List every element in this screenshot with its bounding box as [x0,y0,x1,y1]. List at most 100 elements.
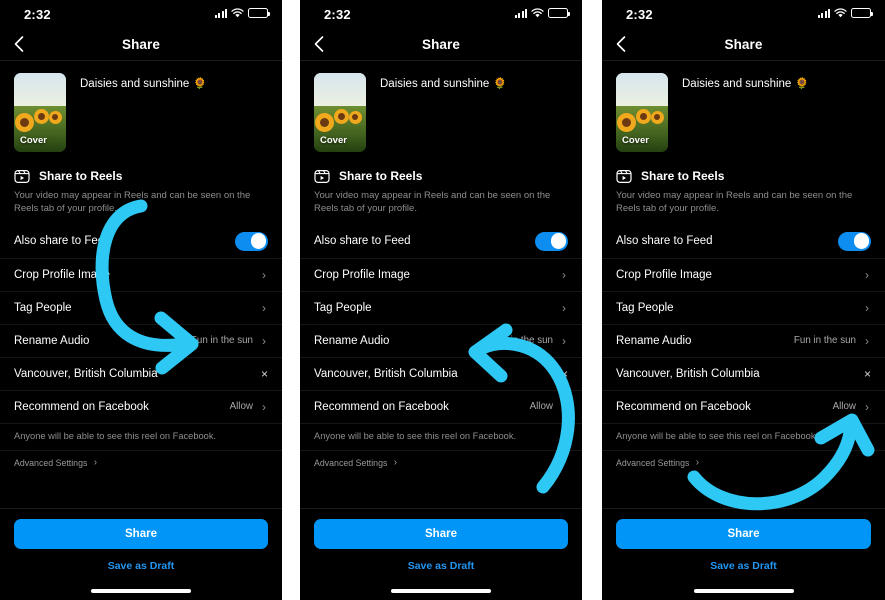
row-crop-profile-image[interactable]: Crop Profile Image › [0,257,282,291]
chevron-right-icon: › [695,456,700,468]
row-recommend-on-facebook[interactable]: Recommend on Facebook Allow › [602,389,885,423]
row-label: Tag People [616,301,674,314]
panel-gap-1 [282,0,300,600]
row-crop-profile-image[interactable]: Crop Profile Image › [300,257,582,291]
phone-panel-3: 2:32 Share Cover Daisies and sunshine 🌻 … [602,0,885,600]
footer-actions: Share Save as Draft [602,508,885,600]
row-tag-people[interactable]: Tag People › [602,290,885,324]
row-label: Tag People [14,301,72,314]
row-recommend-on-facebook[interactable]: Recommend on Facebook Allow › [0,389,282,423]
chevron-right-icon: › [262,300,266,315]
also-share-to-feed-toggle[interactable] [535,231,568,251]
row-location[interactable]: Vancouver, British Columbia × [602,356,885,390]
close-icon[interactable]: × [864,368,871,380]
status-clock: 2:32 [24,6,51,22]
row-also-share-to-feed[interactable]: Also share to Feed [0,225,282,258]
share-to-reels-description: Your video may appear in Reels and can b… [616,190,853,214]
sunflower-emoji-icon: 🌻 [795,78,810,91]
also-share-to-feed-toggle[interactable] [838,231,871,251]
cover-thumbnail[interactable]: Cover [314,73,366,152]
sunflower-center [20,118,29,127]
sunflower-emoji-icon: 🌻 [193,78,208,91]
chevron-right-icon: › [865,333,869,348]
post-caption[interactable]: Daisies and sunshine 🌻 [682,73,809,93]
share-to-reels-title: Share to Reels [339,169,423,183]
row-label: Also share to Feed [14,235,111,248]
close-icon[interactable]: × [261,368,268,380]
nav-bar: Share [300,28,582,61]
row-rename-audio[interactable]: Rename Audio Fun in the sun › [300,323,582,357]
phone-panel-1: 2:32 Share Cover Daisies and sunshine 🌻 … [0,0,282,600]
sunflower-center [352,114,358,120]
chevron-right-icon: › [865,399,869,414]
nav-bar: Share [0,28,282,61]
wifi-icon [834,8,847,18]
save-as-draft-link[interactable]: Save as Draft [314,560,568,572]
row-value: Fun in the sun [190,335,253,347]
row-rename-audio[interactable]: Rename Audio Fun in the sun › [0,323,282,357]
save-as-draft-link[interactable]: Save as Draft [14,560,268,572]
share-to-reels-header: Share to Reels [602,162,885,184]
page-title: Share [724,36,763,52]
settings-list: Also share to Feed Crop Profile Image › … [0,225,282,468]
row-also-share-to-feed[interactable]: Also share to Feed [300,225,582,258]
thumbnail-sky [14,73,66,110]
share-to-reels-header: Share to Reels [0,162,282,184]
advanced-settings-link[interactable]: Advanced Settings › [602,449,885,468]
row-location[interactable]: Vancouver, British Columbia × [0,356,282,390]
row-label: Vancouver, British Columbia [616,367,760,380]
sunflower-center [320,118,329,127]
back-chevron-icon[interactable] [614,35,628,53]
post-caption[interactable]: Daisies and sunshine 🌻 [80,73,207,93]
close-icon[interactable]: × [561,368,568,380]
cover-thumbnail[interactable]: Cover [14,73,66,152]
share-to-reels-title: Share to Reels [641,169,725,183]
media-preview-row: Cover Daisies and sunshine 🌻 [300,61,582,162]
row-label: Tag People [314,301,372,314]
page-title: Share [421,36,461,52]
row-label: Vancouver, British Columbia [14,367,158,380]
media-preview-row: Cover Daisies and sunshine 🌻 [602,61,885,162]
share-button[interactable]: Share [314,519,568,549]
row-label: Recommend on Facebook [314,400,449,413]
advanced-settings-link[interactable]: Advanced Settings › [300,449,582,468]
back-chevron-icon[interactable] [312,35,326,53]
reels-icon [314,168,330,184]
caption-text: Daisies and sunshine [80,78,190,90]
share-to-reels-description: Your video may appear in Reels and can b… [14,190,251,214]
status-indicators [818,8,873,18]
cellular-signal-icon [215,8,227,18]
row-rename-audio[interactable]: Rename Audio Fun in the sun › [602,323,885,357]
row-also-share-to-feed[interactable]: Also share to Feed [602,225,885,258]
share-button[interactable]: Share [14,519,268,549]
share-to-reels-header: Share to Reels [300,162,582,184]
row-label: Rename Audio [14,334,90,347]
reels-icon [14,168,30,184]
row-tag-people[interactable]: Tag People › [0,290,282,324]
post-caption[interactable]: Daisies and sunshine 🌻 [380,73,507,93]
page-title: Share [121,36,161,52]
chevron-right-icon: › [93,456,98,468]
also-share-to-feed-toggle[interactable] [235,231,268,251]
advanced-settings-link[interactable]: Advanced Settings › [0,449,282,468]
cover-label: Cover [20,135,47,146]
row-label: Also share to Feed [616,235,713,248]
row-location[interactable]: Vancouver, British Columbia × [300,356,582,390]
share-to-reels-description: Your video may appear in Reels and can b… [314,190,551,214]
share-button[interactable]: Share [616,519,871,549]
sunflower-center [52,114,58,120]
phone-panel-2: 2:32 Share Cover Daisies and sunshine 🌻 … [300,0,582,600]
row-label: Crop Profile Image [14,268,110,281]
row-tag-people[interactable]: Tag People › [300,290,582,324]
back-chevron-icon[interactable] [12,35,26,53]
cover-thumbnail[interactable]: Cover [616,73,668,152]
row-recommend-on-facebook[interactable]: Recommend on Facebook Allow › [300,389,582,423]
row-value: Allow [229,401,253,413]
row-crop-profile-image[interactable]: Crop Profile Image › [602,257,885,291]
row-label: Rename Audio [314,334,390,347]
row-label: Vancouver, British Columbia [314,367,458,380]
row-value: Fun in the sun [793,335,856,347]
home-indicator [391,589,491,593]
save-as-draft-link[interactable]: Save as Draft [616,560,871,572]
battery-icon [851,8,873,18]
